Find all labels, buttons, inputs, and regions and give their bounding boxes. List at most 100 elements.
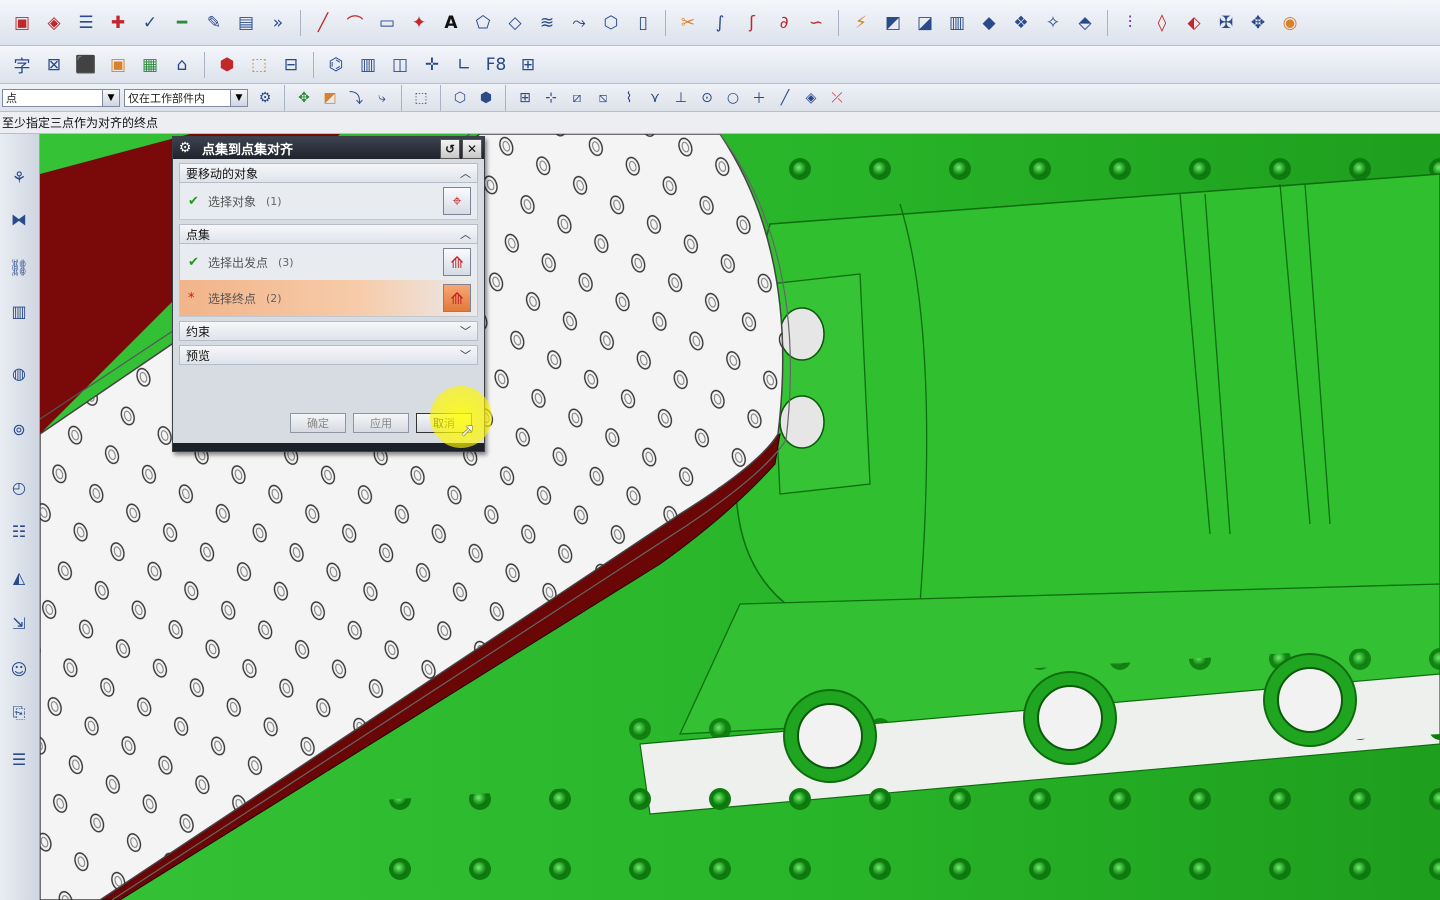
snap-grid-icon[interactable]: ⊞ bbox=[514, 87, 536, 109]
section-preview[interactable]: 预览 ﹀ bbox=[179, 345, 478, 365]
chevron-down-icon[interactable]: ﹀ bbox=[460, 347, 471, 363]
select-to-points-row[interactable]: * 选择终点 (2) ⟰ bbox=[180, 280, 477, 316]
layers-icon[interactable]: ☰ bbox=[72, 9, 100, 37]
snap-center-icon[interactable]: ⊙ bbox=[696, 87, 718, 109]
rect-select-icon[interactable]: ⬚ bbox=[410, 87, 432, 109]
snap-tangent-icon[interactable]: ⋎ bbox=[644, 87, 666, 109]
project-tool-icon[interactable]: ◇ bbox=[501, 9, 529, 37]
reset-icon[interactable]: ↺ bbox=[440, 139, 460, 159]
block-icon[interactable]: ⬛ bbox=[72, 51, 100, 79]
snap-end-icon[interactable]: ⧄ bbox=[566, 87, 588, 109]
section-point-set[interactable]: 点集 ︿ bbox=[179, 224, 478, 244]
snap-plus-icon[interactable]: ＋ bbox=[748, 87, 770, 109]
shape-c-icon[interactable]: ◫ bbox=[386, 51, 414, 79]
select-face-icon[interactable]: ◩ bbox=[319, 87, 341, 109]
polygon-tool-icon[interactable]: ⬠ bbox=[469, 9, 497, 37]
rectangle-tool-icon[interactable]: ▭ bbox=[373, 9, 401, 37]
ok-button[interactable]: 确定 bbox=[290, 413, 346, 433]
stack-icon[interactable]: ⫶ bbox=[1116, 9, 1144, 37]
select-filter-icon[interactable]: ⚙ bbox=[254, 87, 276, 109]
section-constraints[interactable]: 约束 ﹀ bbox=[179, 321, 478, 341]
report-icon[interactable]: ⎘ bbox=[6, 700, 32, 726]
snap-circle-icon[interactable]: ○ bbox=[722, 87, 744, 109]
dimension-icon[interactable]: ⊠ bbox=[40, 51, 68, 79]
plus-minus-icon[interactable]: ✚ bbox=[104, 9, 132, 37]
bridge-curve-icon[interactable]: ⤳ bbox=[565, 9, 593, 37]
select-feature-icon[interactable]: ✥ bbox=[293, 87, 315, 109]
plane-b-icon[interactable]: ⬖ bbox=[1180, 9, 1208, 37]
crosshair-icon[interactable]: ✛ bbox=[418, 51, 446, 79]
shape-a-icon[interactable]: ⌬ bbox=[322, 51, 350, 79]
surface-e-icon[interactable]: ❖ bbox=[1007, 9, 1035, 37]
more-icon[interactable]: » bbox=[264, 9, 292, 37]
surface-b-icon[interactable]: ◪ bbox=[911, 9, 939, 37]
curve-b-icon[interactable]: ʃ bbox=[738, 9, 766, 37]
table-icon[interactable]: ⊞ bbox=[514, 51, 542, 79]
surface-a-icon[interactable]: ◩ bbox=[879, 9, 907, 37]
cube-flip-icon[interactable]: ⬡ bbox=[597, 9, 625, 37]
pencil-icon[interactable]: ✎ bbox=[200, 9, 228, 37]
diamond-icon[interactable]: ◈ bbox=[40, 9, 68, 37]
snap-solid-icon[interactable]: ⬡ bbox=[449, 87, 471, 109]
sweep-icon[interactable]: ⚡ bbox=[847, 9, 875, 37]
history-icon[interactable]: ⊚ bbox=[6, 416, 32, 442]
library-icon[interactable]: ▥ bbox=[6, 298, 32, 324]
plane-d-icon[interactable]: ✥ bbox=[1244, 9, 1272, 37]
link-icon[interactable]: ⊟ bbox=[277, 51, 305, 79]
snap-body-icon[interactable]: ⬢ bbox=[475, 87, 497, 109]
building-icon[interactable]: ⌂ bbox=[168, 51, 196, 79]
chevron-down-icon[interactable]: ▼ bbox=[102, 89, 119, 106]
plane-c-icon[interactable]: ✠ bbox=[1212, 9, 1240, 37]
frame-icon[interactable]: ⬚ bbox=[245, 51, 273, 79]
web-browser-icon[interactable]: ◍ bbox=[6, 360, 32, 386]
axis-icon[interactable]: ∟ bbox=[450, 51, 478, 79]
annotation-text-icon[interactable]: 字 bbox=[8, 51, 36, 79]
assembly-icon[interactable]: ▣ bbox=[8, 9, 36, 37]
text-tool-icon[interactable]: A bbox=[437, 9, 465, 37]
box-icon[interactable]: ▤ bbox=[232, 9, 260, 37]
snap-point-icon[interactable]: ⊹ bbox=[540, 87, 562, 109]
star-tool-icon[interactable]: ✦ bbox=[405, 9, 433, 37]
snap-curve-icon[interactable]: ⌇ bbox=[618, 87, 640, 109]
select-edge-icon[interactable]: ⤵ bbox=[345, 87, 367, 109]
snap-mid-icon[interactable]: ⧅ bbox=[592, 87, 614, 109]
select-from-points-row[interactable]: ✔ 选择出发点 (3) ⟰ bbox=[180, 244, 477, 280]
snap-perp-icon[interactable]: ⊥ bbox=[670, 87, 692, 109]
arc-tool-icon[interactable]: ⌒ bbox=[341, 9, 369, 37]
chevron-down-icon[interactable]: ▼ bbox=[230, 89, 247, 106]
scope-combo[interactable]: 仅在工作部件内 ▼ bbox=[124, 88, 248, 107]
curve-d-icon[interactable]: ∽ bbox=[802, 9, 830, 37]
chevron-up-icon[interactable]: ︿ bbox=[460, 165, 471, 181]
grid-icon[interactable]: ▦ bbox=[136, 51, 164, 79]
chevron-up-icon[interactable]: ︿ bbox=[460, 226, 471, 242]
plane-a-icon[interactable]: ◊ bbox=[1148, 9, 1176, 37]
cylinder-icon[interactable]: ▯ bbox=[629, 9, 657, 37]
solid-icon[interactable]: ▣ bbox=[104, 51, 132, 79]
analysis-icon[interactable]: ◭ bbox=[6, 564, 32, 590]
trim-icon[interactable]: ✂ bbox=[674, 9, 702, 37]
red-cube-icon[interactable]: ⬢ bbox=[213, 51, 241, 79]
close-icon[interactable]: ✕ bbox=[462, 139, 482, 159]
select-chain-icon[interactable]: ⤷ bbox=[371, 87, 393, 109]
list-icon[interactable]: ☷ bbox=[6, 518, 32, 544]
surface-f-icon[interactable]: ✧ bbox=[1039, 9, 1067, 37]
template-icon[interactable]: ☰ bbox=[6, 746, 32, 772]
chevron-down-icon[interactable]: ﹀ bbox=[460, 323, 471, 339]
process-icon[interactable]: ⇲ bbox=[6, 610, 32, 636]
filter-combo[interactable]: 点 ▼ bbox=[2, 88, 120, 107]
surface-g-icon[interactable]: ⬘ bbox=[1071, 9, 1099, 37]
surface-d-icon[interactable]: ◆ bbox=[975, 9, 1003, 37]
curve-a-icon[interactable]: ∫ bbox=[706, 9, 734, 37]
roles-icon[interactable]: ☺ bbox=[6, 656, 32, 682]
f8-view-icon[interactable]: F8 bbox=[482, 51, 510, 79]
apply-button[interactable]: 应用 bbox=[353, 413, 409, 433]
point-set-icon[interactable]: ⟰ bbox=[443, 284, 471, 312]
select-object-row[interactable]: ✔ 选择对象 (1) ⌖ bbox=[180, 183, 477, 219]
snap-intersect-icon[interactable]: ⤫ bbox=[826, 87, 848, 109]
snap-face-icon[interactable]: ◈ bbox=[800, 87, 822, 109]
assembly-navigator-icon[interactable]: ⚘ bbox=[6, 164, 32, 190]
check-curve-icon[interactable]: ✓ bbox=[136, 9, 164, 37]
plane-e-icon[interactable]: ◉ bbox=[1276, 9, 1304, 37]
point-set-icon[interactable]: ⟰ bbox=[443, 248, 471, 276]
line-icon[interactable]: ━ bbox=[168, 9, 196, 37]
